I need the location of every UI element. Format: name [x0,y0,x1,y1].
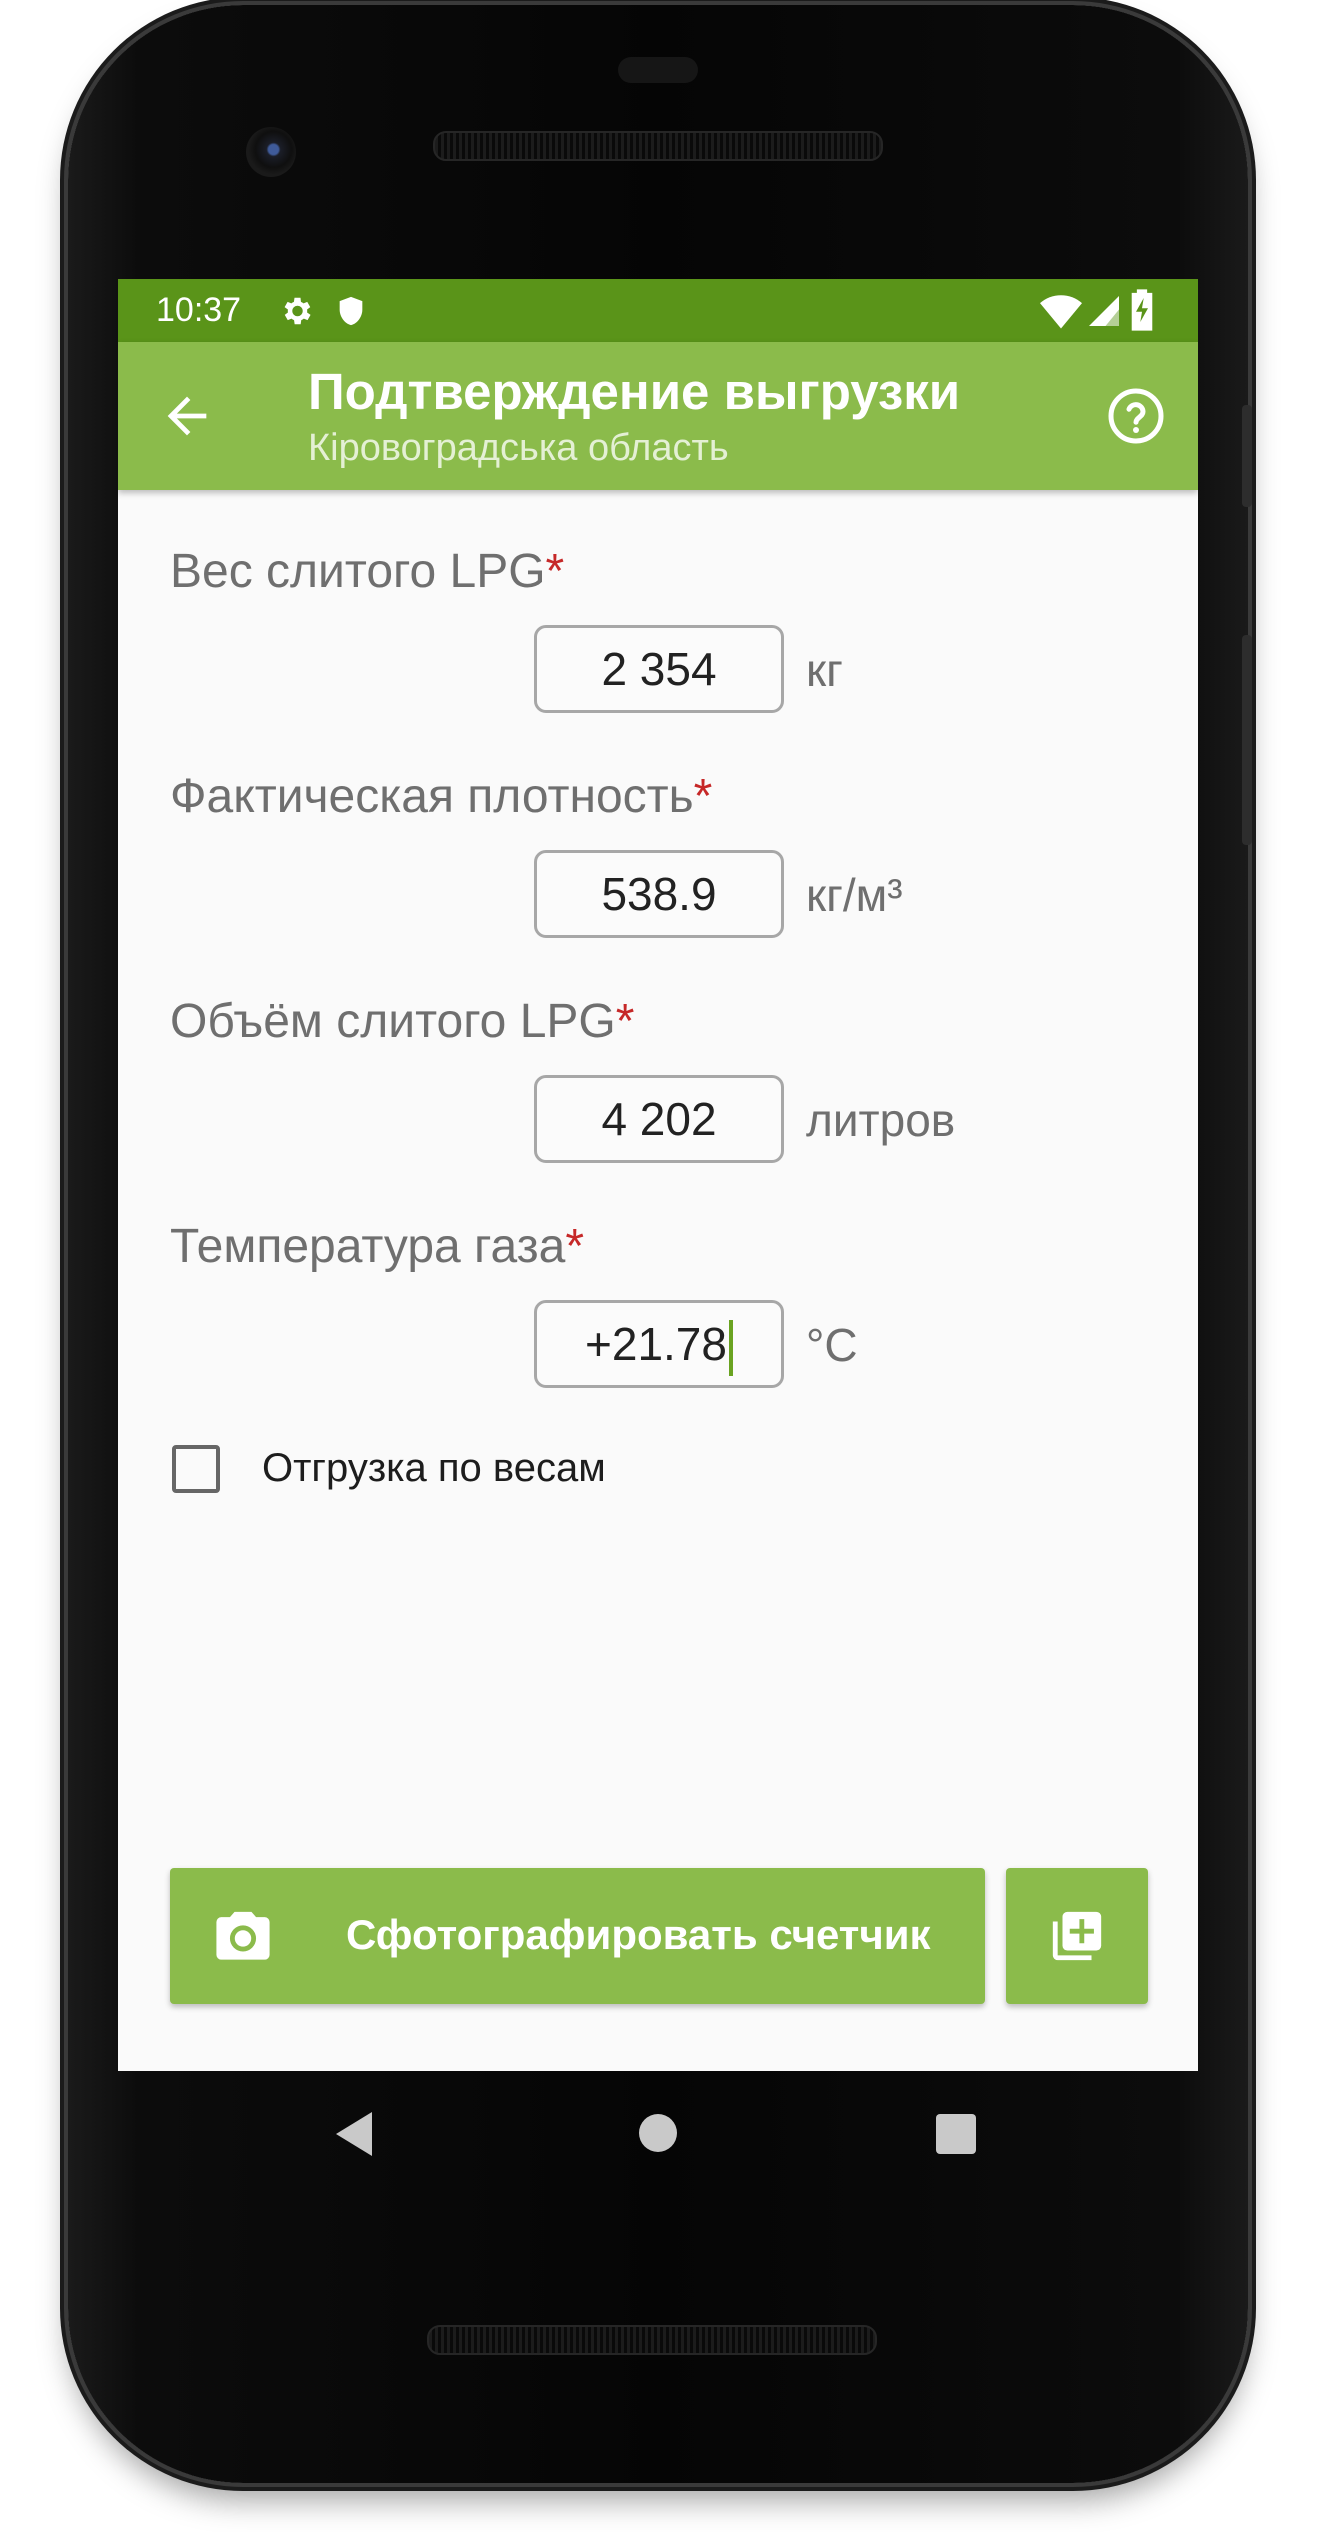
volume-unit: литров [806,1094,956,1146]
top-speaker [433,131,883,161]
page-subtitle: Кіровоградська область [308,427,729,469]
status-bar: 10:37 [118,279,1198,342]
by-weight-checkbox[interactable] [172,1445,220,1493]
temperature-label-text: Температура газа [170,1220,566,1273]
page-title: Подтверждение выгрузки [308,363,961,420]
photograph-meter-button[interactable]: Сфотографировать счетчик [170,1868,985,2004]
density-label-text: Фактическая плотность [170,770,694,823]
density-label: Фактическая плотность* [170,769,712,824]
nav-recents-icon[interactable] [936,2114,976,2154]
gear-icon [284,297,311,325]
app-screen: 10:37 Подтверждение выгрузки Кіровоградс… [118,279,1198,2071]
photograph-meter-label: Сфотографировать счетчик [346,1911,931,1958]
by-weight-label[interactable]: Отгрузка по весам [262,1446,606,1491]
weight-label: Вес слитого LPG* [170,544,564,599]
help-icon[interactable] [1106,386,1166,446]
temperature-label: Температура газа* [170,1219,584,1274]
weight-value: 2 354 [601,643,717,695]
status-time: 10:37 [156,291,242,329]
weight-label-text: Вес слитого LPG [170,545,546,598]
front-sensor [618,57,698,83]
nav-home-icon[interactable] [638,2113,678,2153]
battery-charging-icon [1131,289,1153,331]
wifi-icon [1040,295,1082,329]
volume-label-text: Объём слитого LPG [170,995,616,1048]
weight-unit: кг [806,644,843,696]
add-photo-icon [1052,1911,1102,1961]
add-photo-button[interactable] [1006,1868,1148,2004]
temperature-value: +21.78 [585,1318,727,1370]
volume-input[interactable]: 4 202 [534,1075,784,1163]
front-camera [246,127,296,177]
required-mark: * [693,770,713,823]
temperature-unit: °C [806,1319,858,1371]
density-unit: кг/м³ [806,869,903,921]
temperature-input[interactable]: +21.78 [534,1300,784,1388]
weight-input[interactable]: 2 354 [534,625,784,713]
text-caret [728,1319,733,1376]
power-button [1242,405,1252,507]
app-bar: Подтверждение выгрузки Кіровоградська об… [118,342,1198,490]
camera-icon [216,1911,270,1960]
volume-label: Объём слитого LPG* [170,994,634,1049]
density-value: 538.9 [601,868,717,920]
back-arrow-icon[interactable] [158,387,216,445]
shield-icon [339,296,363,326]
density-input[interactable]: 538.9 [534,850,784,938]
signal-icon [1089,296,1119,326]
bottom-speaker [427,2325,877,2355]
nav-back-icon[interactable] [334,2110,376,2158]
volume-value: 4 202 [601,1093,717,1145]
required-mark: * [565,1220,585,1273]
volume-button [1242,635,1252,845]
required-mark: * [545,545,565,598]
required-mark: * [615,995,635,1048]
